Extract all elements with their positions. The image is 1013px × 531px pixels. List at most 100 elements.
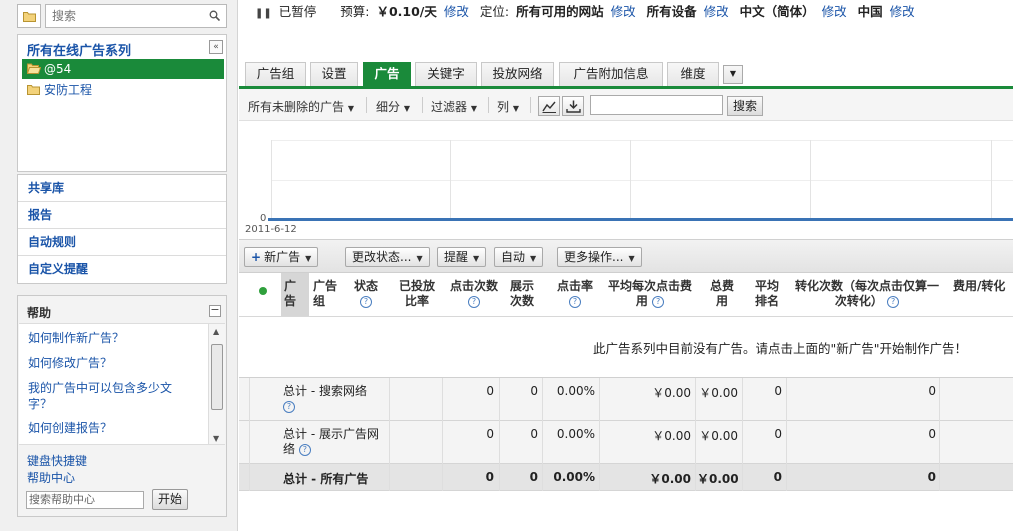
edit-device-link[interactable]: 修改 xyxy=(704,4,729,19)
col-conversions[interactable]: 转化次数（每次点击仅算一次转化） ? xyxy=(795,279,939,309)
col-clicks[interactable]: 点击次数 ? xyxy=(449,279,499,309)
toolbar-divider xyxy=(366,97,367,113)
column-divider xyxy=(695,421,696,464)
language-value: 中文（简体） xyxy=(739,4,815,19)
campaign-label: @54 xyxy=(44,62,72,76)
toolbar-divider xyxy=(422,97,423,113)
help-icon[interactable]: ? xyxy=(360,295,372,308)
tab-dimensions[interactable]: 维度 xyxy=(667,62,719,86)
automate-button[interactable]: 自动 ▼ xyxy=(494,247,544,267)
campaign-search-box xyxy=(45,4,227,28)
help-question[interactable]: 我的广告中可以包含多少文字？ xyxy=(28,380,178,412)
conversions-value: 0 xyxy=(927,470,936,484)
download-icon xyxy=(566,100,581,113)
col-served[interactable]: 已投放比率 xyxy=(395,279,439,309)
keyboard-shortcuts-link[interactable]: 键盘快捷键 xyxy=(27,452,87,469)
more-tabs-dropdown[interactable]: ▼ xyxy=(723,65,743,84)
edit-network-link[interactable]: 修改 xyxy=(611,4,636,19)
help-question[interactable]: 如何制作新广告？ xyxy=(28,330,178,346)
help-scrollbar[interactable]: ▲ ▼ xyxy=(208,324,225,444)
ad-filter-dropdown[interactable]: 所有未删除的广告 ▼ xyxy=(248,98,354,115)
tab-ad-extensions[interactable]: 广告附加信息 xyxy=(559,62,663,86)
segment-dropdown[interactable]: 细分 ▼ xyxy=(376,98,410,115)
help-icon[interactable]: ? xyxy=(468,295,480,308)
help-icon[interactable]: ? xyxy=(652,295,665,308)
filter-toolbar: 所有未删除的广告 ▼ 细分 ▼ 过滤器 ▼ 列 ▼ 搜索 xyxy=(239,89,1013,121)
column-divider xyxy=(442,378,443,421)
col-ctr-label: 点击率 xyxy=(556,279,593,293)
col-cost-per-conversion[interactable]: 费用/转化 xyxy=(953,279,1013,294)
minimize-help-button[interactable]: − xyxy=(209,304,221,317)
folder-icon xyxy=(27,85,40,95)
col-cost[interactable]: 总费用 xyxy=(709,279,735,309)
col-avg-cpc[interactable]: 平均每次点击费用 ? xyxy=(607,279,693,309)
edit-language-link[interactable]: 修改 xyxy=(822,4,847,19)
more-actions-button[interactable]: 更多操作... ▼ xyxy=(557,247,642,267)
help-icon[interactable]: ? xyxy=(887,295,900,308)
row-label-text: 总计 - 搜索网络 xyxy=(283,384,367,398)
help-question[interactable]: 如何创建报告？ xyxy=(28,420,178,436)
table-search-input[interactable] xyxy=(590,95,723,115)
ctr-value: 0.00% xyxy=(556,384,595,398)
line-chart-icon xyxy=(542,101,556,113)
column-divider xyxy=(742,421,743,464)
folder-toggle-button[interactable] xyxy=(17,4,41,28)
nav-automated-rules[interactable]: 自动规则 xyxy=(18,229,226,256)
tab-networks[interactable]: 投放网络 xyxy=(481,62,554,86)
nav-reports[interactable]: 报告 xyxy=(18,202,226,229)
campaign-item[interactable]: 安防工程 xyxy=(22,80,224,100)
nav-shared-library[interactable]: 共享库 xyxy=(18,175,226,202)
scroll-up-icon[interactable]: ▲ xyxy=(213,327,219,336)
help-question[interactable]: 如何修改广告？ xyxy=(28,355,178,371)
chart-gridline xyxy=(271,140,1013,141)
chart-x-tick: 2011-6-12 xyxy=(245,224,297,235)
tab-settings[interactable]: 设置 xyxy=(310,62,358,86)
help-questions-list: 如何制作新广告？ 如何修改广告？ 我的广告中可以包含多少文字？ 如何创建报告？ … xyxy=(19,323,225,445)
column-divider xyxy=(695,378,696,421)
help-icon[interactable]: ? xyxy=(283,400,295,413)
download-button[interactable] xyxy=(562,96,584,116)
col-adgroup[interactable]: 广告组 xyxy=(313,279,343,309)
campaigns-title[interactable]: 所有在线广告系列 xyxy=(27,40,131,59)
conversions-value: 0 xyxy=(928,384,936,398)
columns-dropdown[interactable]: 列 ▼ xyxy=(497,98,519,115)
search-icon[interactable] xyxy=(209,10,220,21)
table-row-total: 总计 - 所有广告 0 0 0.00% ￥0.00 ￥0.00 0 0 xyxy=(239,464,1013,491)
column-divider xyxy=(599,421,600,464)
col-ctr[interactable]: 点击率? xyxy=(551,279,599,309)
column-divider xyxy=(389,464,390,491)
help-center-link[interactable]: 帮助中心 xyxy=(27,469,75,486)
chart-toggle-button[interactable] xyxy=(538,96,560,116)
scroll-down-icon[interactable]: ▼ xyxy=(213,434,219,443)
row-label-text: 总计 - 展示广告网络 xyxy=(283,427,379,456)
help-search-input[interactable]: 搜索帮助中心 xyxy=(26,491,144,509)
scroll-thumb[interactable] xyxy=(211,344,223,410)
col-avg-position[interactable]: 平均排名 xyxy=(753,279,781,309)
table-search-button[interactable]: 搜索 xyxy=(727,96,763,116)
col-status[interactable]: 状态? xyxy=(351,279,381,309)
automate-label: 自动 xyxy=(501,250,526,264)
impressions-value: 0 xyxy=(530,427,538,441)
col-ad[interactable]: 广告 xyxy=(284,279,298,309)
device-value: 所有设备 xyxy=(646,4,697,19)
help-icon[interactable]: ? xyxy=(569,295,581,308)
nav-custom-alerts[interactable]: 自定义提醒 xyxy=(18,256,226,283)
campaign-search-input[interactable] xyxy=(46,5,196,27)
filter-dropdown[interactable]: 过滤器 ▼ xyxy=(431,98,477,115)
change-status-button[interactable]: 更改状态... ▼ xyxy=(345,247,430,267)
tab-keywords[interactable]: 关键字 xyxy=(415,62,477,86)
new-ad-button[interactable]: + 新广告 ▼ xyxy=(244,247,319,267)
edit-country-link[interactable]: 修改 xyxy=(890,4,915,19)
help-icon[interactable]: ? xyxy=(298,443,311,456)
edit-budget-link[interactable]: 修改 xyxy=(444,4,469,19)
tab-adgroups[interactable]: 广告组 xyxy=(245,62,306,86)
alerts-button[interactable]: 提醒 ▼ xyxy=(437,247,487,267)
collapse-sidebar-button[interactable]: « xyxy=(209,40,223,54)
column-divider xyxy=(939,421,940,464)
campaign-item-selected[interactable]: @54 xyxy=(22,59,224,79)
col-impressions[interactable]: 展示次数 xyxy=(507,279,537,309)
status-filter-icon[interactable] xyxy=(259,287,267,295)
help-search-button[interactable]: 开始 xyxy=(152,489,188,510)
campaign-tree: 所有在线广告系列 « @54 安防工程 xyxy=(17,34,227,172)
tab-ads[interactable]: 广告 xyxy=(363,62,411,86)
